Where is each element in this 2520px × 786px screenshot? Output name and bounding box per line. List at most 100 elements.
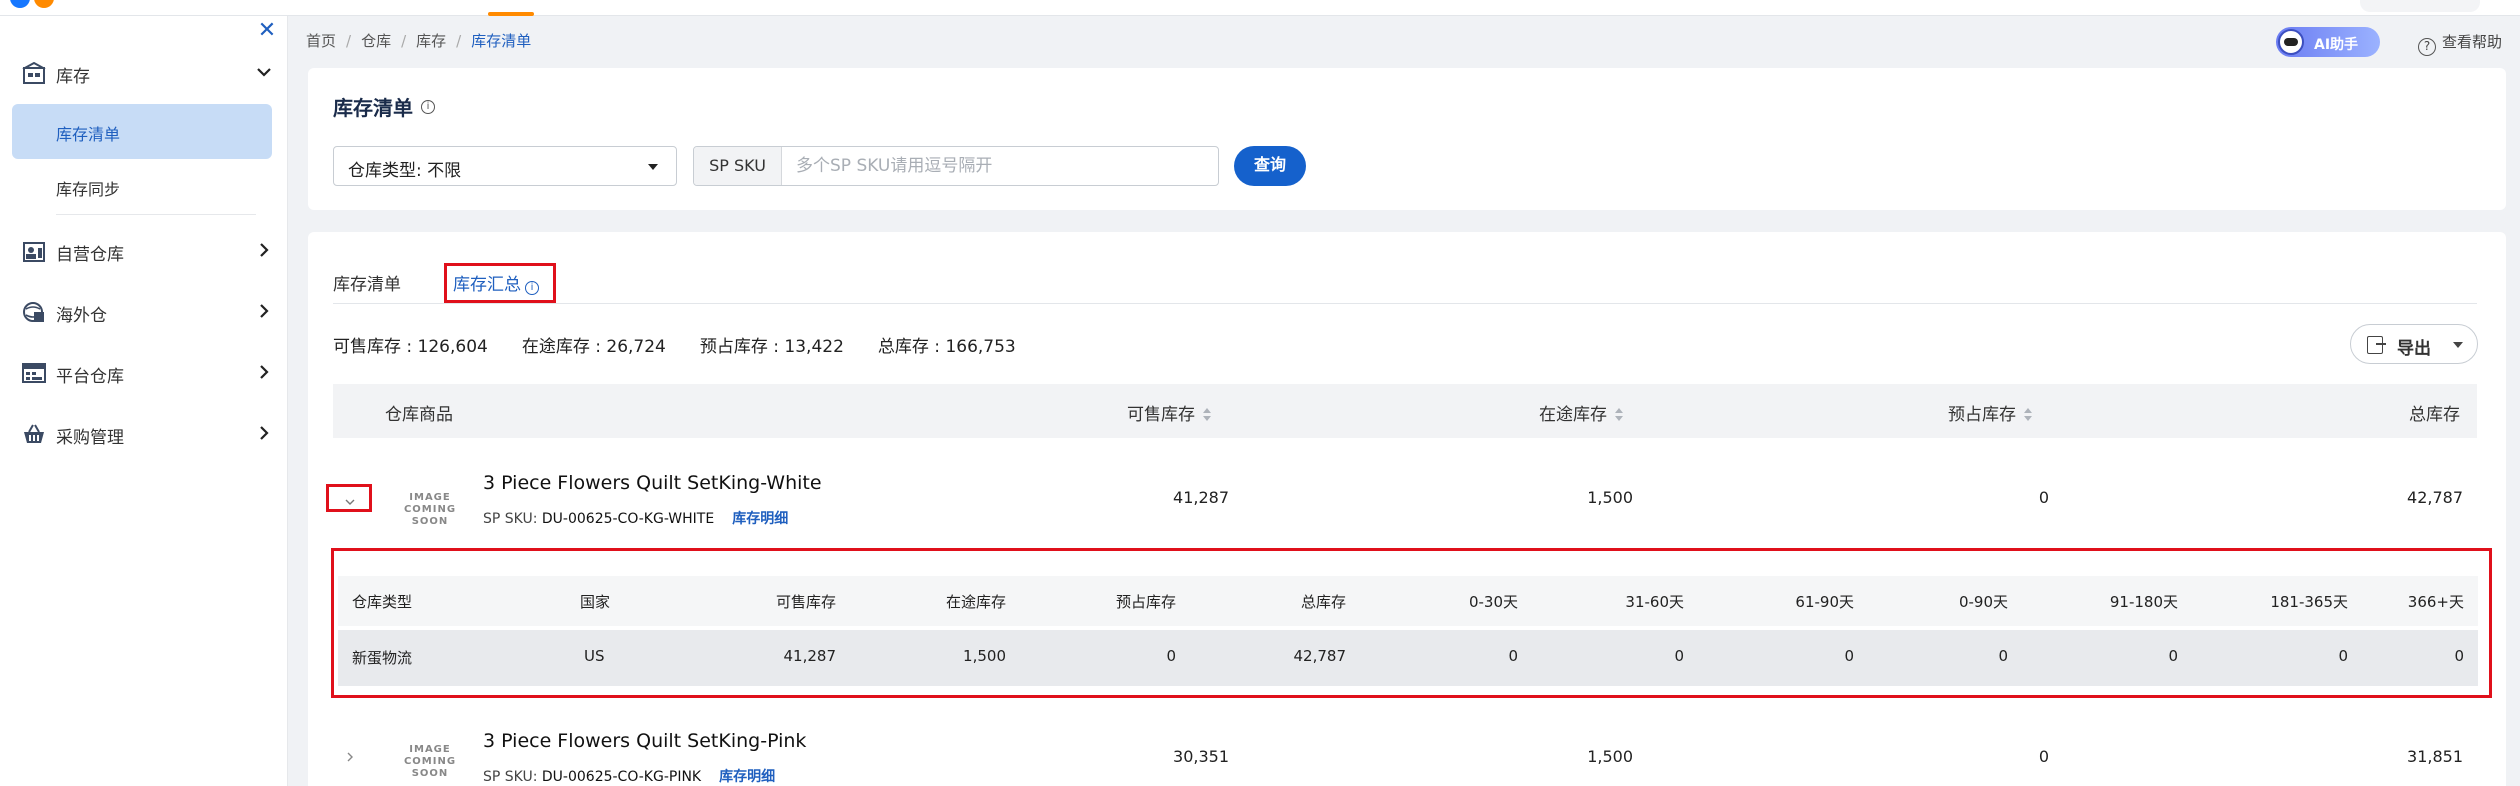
highlight-box-detail (331, 548, 2492, 698)
sort-icon[interactable] (1203, 408, 1211, 422)
thumbnail-text: COMING SOON (403, 504, 457, 527)
sort-icon[interactable] (2024, 408, 2032, 422)
col-header-label: 在途库存 (1539, 405, 1607, 425)
top-search-box[interactable] (2360, 0, 2480, 12)
product-name: 3 Piece Flowers Quilt SetKing-Pink (483, 730, 807, 752)
inventory-detail-link[interactable]: 库存明细 (719, 769, 775, 785)
active-top-tab-indicator (488, 12, 534, 16)
table-header: 仓库商品 可售库存 在途库存 预占库存 总库存 (333, 384, 2477, 438)
cell-in-transit: 1,500 (1587, 488, 1633, 507)
sku-value: DU-00625-CO-KG-PINK (541, 769, 702, 785)
sidebar-item-label: 库存同步 (56, 180, 121, 199)
sku-search-input[interactable] (784, 147, 1214, 185)
warehouse-type-select[interactable]: 仓库类型: 不限 (333, 146, 677, 186)
highlight-box-tab (444, 263, 556, 303)
export-button[interactable]: 导出 (2350, 324, 2478, 364)
sort-icon[interactable] (1615, 408, 1623, 422)
sidebar: ✕ 库存 库存清单 库存同步 自营仓库 海外仓 平台仓库 采购管理 (0, 16, 288, 786)
summary-in-transit: 在途库存 : 26,724 (521, 337, 666, 357)
chevron-right-icon[interactable] (254, 362, 274, 382)
help-icon: ? (2418, 38, 2436, 56)
ai-assistant-label: AI助手 (2314, 37, 2359, 53)
highlight-box-expand (326, 484, 372, 512)
query-button[interactable]: 查询 (1234, 146, 1306, 186)
sidebar-group-platform-warehouse[interactable]: 平台仓库 (0, 352, 288, 392)
tab-inventory-list[interactable]: 库存清单 (333, 270, 401, 295)
col-header-sellable[interactable]: 可售库存 (1127, 400, 1211, 425)
product-sku: SP SKU: DU-00625-CO-KG-PINK 库存明细 (483, 766, 775, 786)
summary-total: 总库存 : 166,753 (877, 337, 1016, 357)
table-row: IMAGE COMING SOON 3 Piece Flowers Quilt S… (333, 710, 2477, 786)
inventory-detail-link[interactable]: 库存明细 (732, 511, 788, 527)
cell-total: 42,787 (2407, 488, 2463, 507)
sidebar-divider (56, 214, 256, 215)
sidebar-group-label: 采购管理 (56, 428, 124, 448)
page-title: 库存清单 i (333, 92, 435, 121)
col-header-label: 可售库存 (1127, 405, 1195, 425)
product-thumbnail: IMAGE COMING SOON (385, 724, 475, 786)
cell-total: 31,851 (2407, 747, 2463, 766)
sidebar-item-inventory-sync[interactable]: 库存同步 (12, 159, 272, 214)
inventory-summary: 可售库存 : 126,604 在途库存 : 26,724 预占库存 : 13,422… (333, 332, 1050, 357)
page-title-text: 库存清单 (333, 96, 413, 120)
sidebar-item-inventory-list[interactable]: 库存清单 (12, 104, 272, 159)
product-sku: SP SKU: DU-00625-CO-KG-WHITE 库存明细 (483, 508, 788, 528)
cell-reserved: 0 (2038, 747, 2049, 766)
chevron-right-icon[interactable] (344, 751, 356, 763)
app-logo[interactable] (0, 0, 62, 8)
caret-down-icon (648, 164, 658, 170)
close-icon[interactable]: ✕ (256, 20, 278, 42)
self-warehouse-icon (23, 242, 45, 262)
export-icon (2367, 336, 2386, 354)
filter-card (308, 68, 2506, 210)
table-row: IMAGE COMING SOON 3 Piece Flowers Quilt S… (333, 438, 2477, 548)
thumbnail-text: COMING SOON (403, 756, 457, 779)
chevron-down-icon[interactable] (254, 62, 274, 82)
help-link[interactable]: ? 查看帮助 (2418, 31, 2502, 56)
cell-in-transit: 1,500 (1587, 747, 1633, 766)
sku-addon-label: SP SKU (694, 147, 782, 185)
tabs-divider (333, 303, 2477, 304)
cell-sellable: 41,287 (1173, 488, 1229, 507)
sidebar-group-label: 海外仓 (56, 306, 107, 326)
warehouse-type-value: 仓库类型: 不限 (348, 161, 462, 181)
purchase-icon (24, 424, 44, 443)
sidebar-group-label: 自营仓库 (56, 245, 124, 265)
breadcrumb-inventory[interactable]: 库存 (416, 32, 446, 50)
top-bar (0, 0, 2520, 16)
sidebar-item-label: 库存清单 (56, 125, 121, 144)
breadcrumb-current: 库存清单 (471, 32, 532, 50)
thumbnail-text: IMAGE (409, 492, 451, 503)
col-header-total: 总库存 (2409, 405, 2460, 425)
sidebar-group-overseas-warehouse[interactable]: 海外仓 (0, 291, 288, 331)
sku-prefix: SP SKU: (483, 769, 542, 785)
col-header-in-transit[interactable]: 在途库存 (1539, 400, 1623, 425)
sidebar-group-purchase[interactable]: 采购管理 (0, 413, 288, 453)
sidebar-group-self-warehouse[interactable]: 自营仓库 (0, 230, 288, 270)
breadcrumb-warehouse[interactable]: 仓库 (361, 32, 391, 50)
sidebar-group-label: 平台仓库 (56, 367, 124, 387)
help-label: 查看帮助 (2442, 33, 2503, 51)
tab-label: 库存清单 (333, 275, 401, 295)
breadcrumb-home[interactable]: 首页 (306, 32, 336, 50)
chevron-right-icon[interactable] (254, 423, 274, 443)
cell-sellable: 30,351 (1173, 747, 1229, 766)
breadcrumb: 首页 / 仓库 / 库存 / 库存清单 (306, 32, 532, 50)
export-label: 导出 (2397, 339, 2431, 359)
chevron-right-icon[interactable] (254, 301, 274, 321)
platform-warehouse-icon (22, 363, 46, 383)
overseas-warehouse-icon (23, 302, 44, 322)
summary-reserved: 预占库存 : 13,422 (699, 337, 844, 357)
warehouse-icon (22, 62, 46, 84)
product-thumbnail: IMAGE COMING SOON (385, 472, 475, 532)
sku-prefix: SP SKU: (483, 511, 542, 527)
chevron-right-icon[interactable] (254, 240, 274, 260)
col-header-label: 预占库存 (1948, 405, 2016, 425)
caret-down-icon (2453, 342, 2463, 348)
col-header-product: 仓库商品 (385, 405, 453, 425)
info-icon[interactable]: i (421, 100, 435, 114)
sidebar-group-inventory[interactable]: 库存 (0, 52, 288, 92)
col-header-reserved[interactable]: 预占库存 (1948, 400, 2032, 425)
ai-assistant-button[interactable]: AI助手 (2276, 27, 2380, 57)
sku-search-group: SP SKU (693, 146, 1219, 186)
